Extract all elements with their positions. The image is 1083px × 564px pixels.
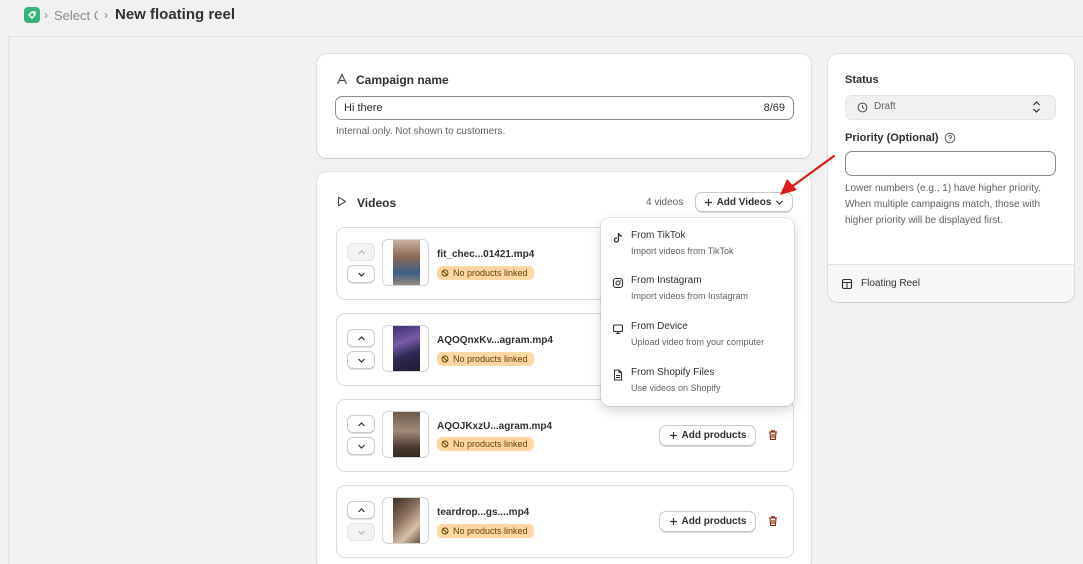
no-link-icon [441, 269, 449, 277]
menu-item-instagram[interactable]: From Instagram Import videos from Instag… [601, 263, 794, 307]
chevron-right-icon: › [104, 8, 108, 22]
text-format-icon [336, 73, 348, 85]
priority-input[interactable] [845, 151, 1056, 176]
instagram-icon [612, 277, 624, 289]
chevron-up-icon [357, 335, 365, 340]
tiktok-icon [613, 232, 623, 243]
menu-item-subtitle: Upload video from your computer [631, 337, 765, 347]
status-value: Draft [874, 101, 896, 112]
status-badge: No products linked [437, 352, 534, 366]
menu-item-title: From Instagram [631, 275, 702, 286]
add-products-label: Add products [681, 516, 747, 527]
campaign-name-input[interactable]: Hi there 8/69 [335, 96, 794, 120]
top-bar: › Select C › New floating reel [0, 0, 1083, 36]
settings-card: Status Priority (Optional) Lower numbers… [828, 54, 1074, 302]
app-logo-icon[interactable] [24, 7, 40, 23]
plus-icon [704, 198, 712, 206]
video-thumbnail [382, 411, 429, 458]
delete-icon[interactable] [767, 429, 779, 441]
play-icon [337, 196, 347, 207]
chevron-down-icon [357, 358, 365, 363]
menu-item-tiktok[interactable]: From TikTok Import videos from TikTok [601, 218, 794, 262]
footer-label: Floating Reel [861, 278, 920, 289]
menu-item-shopify-files[interactable]: From Shopify Files Use videos on Shopify [601, 355, 794, 399]
chevron-down-icon [357, 444, 365, 449]
move-up-button[interactable] [347, 329, 375, 347]
video-filename: teardrop...gs....mp4 [437, 507, 530, 518]
video-thumbnail [382, 497, 429, 544]
breadcrumb-select[interactable]: Select C [54, 8, 98, 23]
no-link-icon [441, 527, 449, 535]
move-up-button[interactable] [347, 243, 375, 261]
add-products-button[interactable]: Add products [659, 511, 756, 532]
badge-label: No products linked [453, 439, 528, 449]
plus-icon [669, 432, 677, 439]
add-videos-dropdown: From TikTok Import videos from TikTok Fr… [601, 218, 794, 406]
badge-label: No products linked [453, 354, 528, 364]
video-count: 4 videos [646, 197, 684, 208]
add-products-label: Add products [681, 430, 747, 441]
annotation-arrow-icon [780, 154, 836, 195]
page-title: New floating reel [115, 6, 236, 23]
badge-label: No products linked [453, 526, 528, 536]
chevron-up-icon [357, 249, 365, 254]
campaign-helper-text: Internal only. Not shown to customers. [336, 126, 506, 137]
badge-label: No products linked [453, 268, 528, 278]
video-filename: AQOQnxKv...agram.mp4 [437, 335, 553, 346]
monitor-icon [612, 324, 624, 335]
move-down-button[interactable] [347, 265, 375, 283]
no-link-icon [441, 440, 449, 448]
status-badge: No products linked [437, 266, 534, 280]
priority-help-text: Lower numbers (e.g., 1) have higher prio… [845, 183, 1042, 226]
plus-icon [669, 518, 677, 525]
chevron-down-icon [357, 272, 365, 277]
add-videos-label: Add Videos [716, 196, 772, 208]
menu-item-subtitle: Use videos on Shopify [631, 383, 721, 393]
video-filename: AQOJKxzU...agram.mp4 [437, 421, 553, 432]
clock-icon [857, 102, 868, 113]
move-up-button[interactable] [347, 415, 375, 433]
move-down-button[interactable] [347, 351, 375, 369]
menu-item-subtitle: Import videos from TikTok [631, 246, 734, 256]
chevron-right-icon: › [44, 8, 48, 22]
status-badge: No products linked [437, 437, 534, 451]
video-thumbnail [382, 325, 429, 372]
video-thumbnail [382, 239, 429, 286]
status-label: Status [845, 74, 879, 86]
campaign-card: Campaign name Hi there 8/69 Internal onl… [317, 54, 811, 158]
video-filename: fit_chec...01421.mp4 [437, 249, 535, 260]
file-icon [613, 369, 623, 381]
select-arrows-icon [1033, 101, 1040, 113]
status-select[interactable]: Draft [845, 95, 1056, 120]
chevron-down-icon [776, 200, 784, 205]
move-down-button[interactable] [347, 523, 375, 541]
campaign-name-label: Campaign name [356, 73, 449, 87]
menu-item-title: From Device [631, 321, 688, 332]
status-badge: No products linked [437, 524, 534, 538]
chevron-down-icon [357, 530, 365, 535]
add-products-button[interactable]: Add products [659, 425, 756, 446]
menu-item-subtitle: Import videos from Instagram [631, 291, 749, 301]
menu-item-title: From Shopify Files [631, 367, 715, 378]
campaign-name-value: Hi there [344, 102, 383, 114]
character-counter: 8/69 [763, 102, 785, 114]
chevron-up-icon [357, 507, 365, 512]
layout-icon [841, 278, 853, 290]
priority-label: Priority (Optional) [845, 132, 939, 144]
videos-title: Videos [357, 196, 397, 210]
menu-item-device[interactable]: From Device Upload video from your compu… [601, 309, 794, 353]
move-down-button[interactable] [347, 437, 375, 455]
no-link-icon [441, 355, 449, 363]
help-icon[interactable] [944, 132, 956, 144]
chevron-up-icon [357, 421, 365, 426]
menu-item-title: From TikTok [631, 230, 686, 241]
delete-icon[interactable] [767, 515, 779, 527]
card-footer: Floating Reel [828, 264, 1074, 302]
move-up-button[interactable] [347, 501, 375, 519]
